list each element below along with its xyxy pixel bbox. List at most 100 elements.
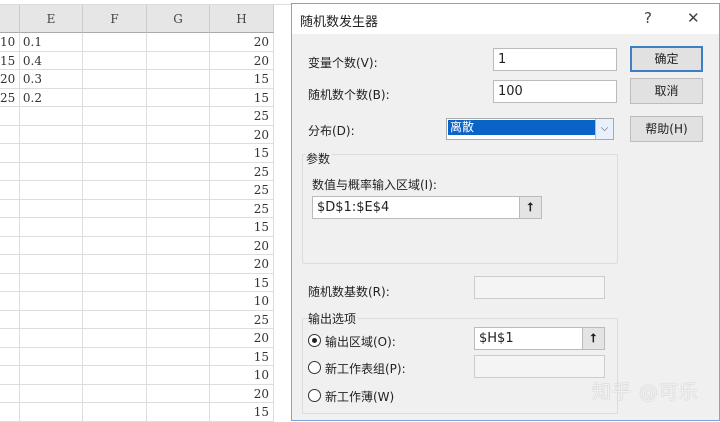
cell[interactable] [20, 329, 83, 348]
num-vars-input[interactable]: 1 [493, 48, 617, 71]
cell[interactable] [0, 236, 20, 255]
chevron-down-icon[interactable]: ⌵ [595, 119, 613, 139]
cell[interactable] [0, 384, 20, 403]
cell[interactable] [0, 403, 20, 422]
cell[interactable] [83, 255, 147, 274]
cell[interactable] [0, 125, 20, 144]
cell[interactable] [147, 366, 210, 385]
cell[interactable] [83, 125, 147, 144]
cell[interactable] [147, 70, 210, 89]
cell[interactable]: 25 [210, 162, 274, 181]
cell[interactable] [147, 107, 210, 126]
cell[interactable] [83, 329, 147, 348]
cell[interactable] [147, 33, 210, 52]
cell[interactable]: 20 [210, 329, 274, 348]
cell[interactable] [83, 366, 147, 385]
cell[interactable] [20, 218, 83, 237]
cell[interactable] [147, 125, 210, 144]
cell[interactable] [0, 366, 20, 385]
cell[interactable] [83, 218, 147, 237]
column-header-h[interactable]: H [210, 5, 274, 33]
value-prob-input[interactable]: $D$1:$E$4 ⭡ [312, 196, 542, 219]
cell[interactable] [83, 70, 147, 89]
cell[interactable] [83, 88, 147, 107]
cell[interactable] [20, 144, 83, 163]
cell[interactable] [20, 403, 83, 422]
cell[interactable] [20, 199, 83, 218]
cell[interactable]: 25 [210, 107, 274, 126]
cell[interactable]: 15 [210, 144, 274, 163]
cell[interactable]: 15 [210, 88, 274, 107]
cell[interactable] [0, 162, 20, 181]
cell[interactable] [147, 162, 210, 181]
out-range-radio[interactable] [308, 334, 321, 347]
cell[interactable] [20, 347, 83, 366]
cell[interactable] [20, 162, 83, 181]
cell[interactable]: 25 [0, 88, 20, 107]
cell[interactable]: 20 [210, 384, 274, 403]
cell[interactable] [0, 218, 20, 237]
cell[interactable] [20, 292, 83, 311]
cell[interactable]: 15 [210, 273, 274, 292]
cell[interactable] [0, 144, 20, 163]
cell[interactable] [83, 384, 147, 403]
collapse-ref-icon[interactable]: ⭡ [519, 197, 541, 218]
cell[interactable] [147, 292, 210, 311]
cell[interactable] [147, 384, 210, 403]
cell[interactable]: 15 [0, 51, 20, 70]
cell[interactable]: 10 [210, 366, 274, 385]
cell[interactable] [20, 255, 83, 274]
cell[interactable] [83, 33, 147, 52]
cell[interactable] [20, 273, 83, 292]
cell[interactable] [147, 88, 210, 107]
cell[interactable] [147, 329, 210, 348]
cell[interactable] [147, 181, 210, 200]
cell[interactable]: 0.2 [20, 88, 83, 107]
column-header-e[interactable]: E [20, 5, 83, 33]
cell[interactable] [0, 107, 20, 126]
cell[interactable] [83, 51, 147, 70]
cell[interactable] [83, 144, 147, 163]
cell[interactable] [0, 181, 20, 200]
new-book-radio[interactable] [308, 389, 321, 402]
cell[interactable] [83, 403, 147, 422]
cell[interactable] [83, 292, 147, 311]
cell[interactable] [83, 347, 147, 366]
cell[interactable] [147, 199, 210, 218]
cell[interactable]: 20 [210, 255, 274, 274]
close-icon[interactable]: ✕ [687, 9, 700, 27]
seed-input[interactable] [474, 276, 605, 299]
ok-button[interactable]: 确定 [630, 46, 703, 72]
cell[interactable] [20, 107, 83, 126]
column-header-g[interactable]: G [147, 5, 210, 33]
cell[interactable] [20, 236, 83, 255]
cell[interactable] [83, 162, 147, 181]
cell[interactable] [0, 347, 20, 366]
new-sheet-input[interactable] [474, 355, 605, 378]
cell[interactable]: 20 [210, 125, 274, 144]
num-random-input[interactable]: 100 [493, 80, 617, 103]
cell[interactable] [20, 125, 83, 144]
cell[interactable] [0, 273, 20, 292]
cancel-button[interactable]: 取消 [630, 78, 703, 104]
cell[interactable] [0, 310, 20, 329]
out-range-input[interactable]: $H$1 ⭡ [474, 327, 605, 350]
cell[interactable]: 15 [210, 403, 274, 422]
new-sheet-radio[interactable] [308, 361, 321, 374]
cell[interactable] [83, 199, 147, 218]
cell[interactable] [0, 255, 20, 274]
cell[interactable] [147, 403, 210, 422]
cell[interactable] [83, 310, 147, 329]
cell[interactable] [147, 51, 210, 70]
cell[interactable] [83, 236, 147, 255]
collapse-ref-icon[interactable]: ⭡ [582, 328, 604, 349]
cell[interactable]: 25 [210, 199, 274, 218]
cell[interactable] [83, 107, 147, 126]
cell[interactable]: 15 [210, 218, 274, 237]
cell[interactable]: 0.4 [20, 51, 83, 70]
cell[interactable]: 20 [210, 33, 274, 52]
cell[interactable] [83, 273, 147, 292]
cell[interactable] [0, 292, 20, 311]
cell[interactable] [147, 144, 210, 163]
column-header-f[interactable]: F [83, 5, 147, 33]
